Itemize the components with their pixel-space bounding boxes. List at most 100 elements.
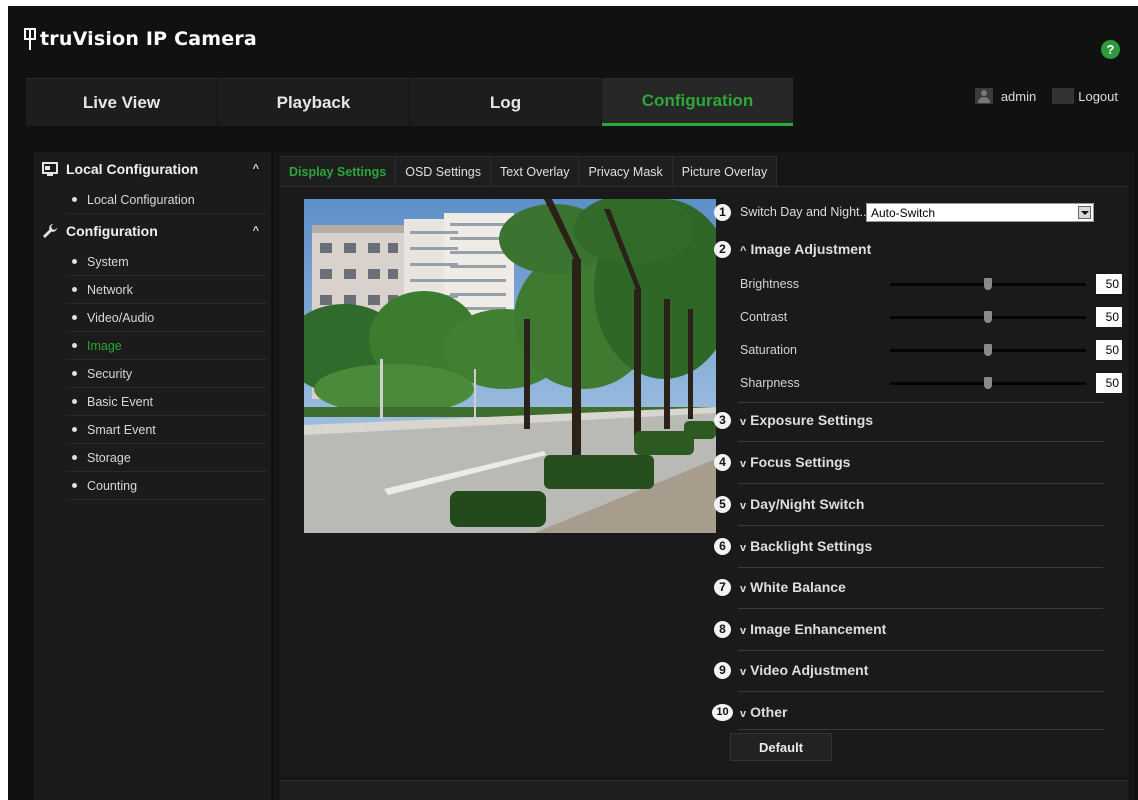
user-name[interactable]: admin — [1001, 89, 1036, 104]
sidebar-section-configuration[interactable]: Configuration ^ — [34, 214, 271, 248]
brand: truVision IP Camera — [24, 28, 257, 50]
section-image-adjustment[interactable]: ^ Image Adjustment — [740, 241, 871, 257]
wrench-icon — [42, 223, 58, 239]
sidebar-item-smart-event[interactable]: Smart Event — [66, 416, 267, 444]
section-video-adjustment[interactable]: v Video Adjustment — [740, 662, 868, 678]
tab-text-overlay[interactable]: Text Overlay — [490, 156, 580, 186]
bullet-icon — [72, 259, 77, 264]
tab-osd-settings[interactable]: OSD Settings — [396, 156, 491, 186]
section-day-night-switch[interactable]: v Day/Night Switch — [740, 496, 864, 512]
divider — [738, 691, 1103, 692]
dropdown-arrow-icon[interactable] — [1078, 206, 1091, 219]
section-title: Exposure Settings — [750, 412, 874, 428]
contrast-slider[interactable] — [890, 311, 1086, 323]
chevron-up-icon[interactable]: ^ — [253, 225, 259, 237]
slider-row-contrast: Contrast 50 — [740, 306, 1138, 328]
brightness-slider[interactable] — [890, 278, 1086, 290]
tab-playback[interactable]: Playback — [218, 78, 409, 126]
sidebar-item-network[interactable]: Network — [66, 276, 267, 304]
sidebar-section-title: Configuration — [66, 223, 158, 239]
tab-picture-overlay[interactable]: Picture Overlay — [672, 156, 778, 186]
sidebar-item-counting[interactable]: Counting — [66, 472, 267, 500]
sidebar-item-storage[interactable]: Storage — [66, 444, 267, 472]
switch-day-night-value: Auto-Switch — [871, 206, 936, 220]
logout-icon[interactable] — [1052, 88, 1075, 104]
contrast-label: Contrast — [740, 310, 788, 324]
logout-link[interactable]: Logout — [1078, 89, 1118, 104]
tab-log[interactable]: Log — [410, 78, 601, 126]
user-area: admin Logout — [974, 88, 1118, 104]
chevron-up-icon[interactable]: ^ — [253, 163, 259, 175]
tab-privacy-mask[interactable]: Privacy Mask — [579, 156, 673, 186]
sidebar-item-image[interactable]: Image — [66, 332, 267, 360]
divider — [738, 525, 1103, 526]
switch-day-night-select[interactable]: Auto-Switch — [866, 203, 1094, 222]
slider-handle[interactable] — [984, 377, 992, 389]
saturation-value[interactable]: 50 — [1096, 340, 1122, 360]
section-exposure-settings[interactable]: v Exposure Settings — [740, 412, 873, 428]
divider — [738, 441, 1103, 442]
sidebar-item-local-configuration[interactable]: Local Configuration — [66, 186, 267, 214]
street-scene-image — [304, 199, 716, 533]
section-title: Day/Night Switch — [750, 496, 865, 512]
sidebar-section-local-configuration[interactable]: Local Configuration ^ — [34, 152, 271, 186]
sidebar-item-basic-event[interactable]: Basic Event — [66, 388, 267, 416]
saturation-slider[interactable] — [890, 344, 1086, 356]
help-icon[interactable]: ? — [1101, 40, 1120, 59]
slider-row-sharpness: Sharpness 50 — [740, 372, 1138, 394]
bullet-icon — [72, 197, 77, 202]
display-settings-panel: 1 Switch Day and Night... Auto-Switch 2 … — [280, 186, 1128, 776]
divider — [738, 729, 1103, 730]
section-backlight-settings[interactable]: v Backlight Settings — [740, 538, 872, 554]
switch-day-night-row: 1 Switch Day and Night... Auto-Switch — [710, 201, 1110, 223]
slider-handle[interactable] — [984, 278, 992, 290]
callout-3: 3 — [714, 412, 731, 429]
sidebar-section-title: Local Configuration — [66, 161, 199, 177]
chevron-down-icon: v — [740, 458, 747, 470]
sidebar-item-video-audio[interactable]: Video/Audio — [66, 304, 267, 332]
switch-day-night-label: Switch Day and Night... — [740, 205, 870, 219]
section-white-balance[interactable]: v White Balance — [740, 579, 846, 595]
sidebar-item-label: Basic Event — [87, 394, 154, 409]
callout-8: 8 — [714, 621, 731, 638]
section-other[interactable]: v Other — [740, 704, 787, 720]
section-title: White Balance — [750, 579, 846, 595]
contrast-value[interactable]: 50 — [1096, 307, 1122, 327]
bottom-bar — [280, 780, 1128, 800]
divider — [738, 650, 1103, 651]
section-image-enhancement[interactable]: v Image Enhancement — [740, 621, 886, 637]
app-frame: truVision IP Camera ? Live View Playback… — [8, 6, 1138, 800]
sidebar-item-system[interactable]: System — [66, 248, 267, 276]
divider — [738, 402, 1103, 403]
sidebar-item-security[interactable]: Security — [66, 360, 267, 388]
tab-live-view[interactable]: Live View — [26, 78, 217, 126]
section-title: Video Adjustment — [750, 662, 869, 678]
callout-5: 5 — [714, 496, 731, 513]
section-focus-settings[interactable]: v Focus Settings — [740, 454, 850, 470]
bullet-icon — [72, 287, 77, 292]
callout-2: 2 — [714, 241, 731, 258]
chevron-down-icon: v — [740, 666, 747, 678]
slider-handle[interactable] — [984, 344, 992, 356]
divider — [738, 483, 1103, 484]
sharpness-slider[interactable] — [890, 377, 1086, 389]
tab-configuration[interactable]: Configuration — [602, 78, 793, 126]
divider — [738, 608, 1103, 609]
sidebar-item-label: Counting — [87, 478, 138, 493]
section-title: Image Enhancement — [750, 621, 887, 637]
chevron-down-icon: v — [740, 625, 747, 637]
sharpness-value[interactable]: 50 — [1096, 373, 1122, 393]
section-title: Image Adjustment — [750, 241, 872, 257]
sidebar-item-label: System — [87, 254, 129, 269]
callout-10: 10 — [712, 704, 733, 721]
bullet-icon — [72, 427, 77, 432]
sidebar-item-label: Image — [87, 338, 122, 353]
bullet-icon — [72, 483, 77, 488]
tab-display-settings[interactable]: Display Settings — [280, 156, 397, 186]
truvision-logo-icon — [24, 28, 38, 50]
default-button[interactable]: Default — [730, 733, 832, 761]
slider-row-brightness: Brightness 50 — [740, 273, 1138, 295]
brightness-value[interactable]: 50 — [1096, 274, 1122, 294]
divider — [738, 567, 1103, 568]
slider-handle[interactable] — [984, 311, 992, 323]
